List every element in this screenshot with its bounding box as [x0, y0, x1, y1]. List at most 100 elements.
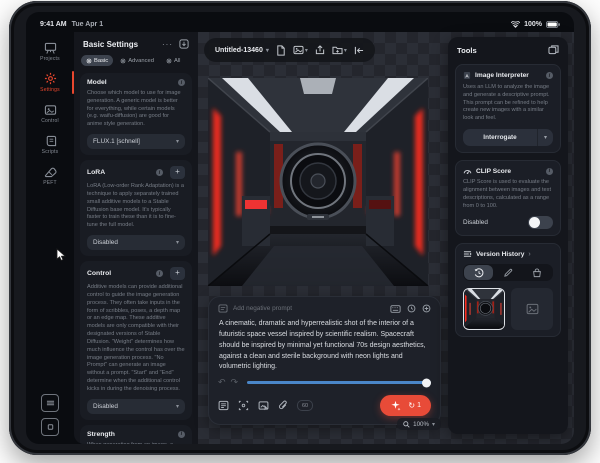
panels-icon[interactable]: [548, 45, 559, 55]
info-icon[interactable]: i: [546, 167, 553, 175]
chevron-down-icon[interactable]: ▾: [537, 129, 553, 147]
prompt-text[interactable]: A cinematic, dramatic and hyperrealistic…: [219, 319, 430, 373]
clip-score-description: CLIP Score is used to evaluate the align…: [463, 179, 552, 209]
lora-description: LoRA (Low-order Rank Adaptation) is a te…: [87, 183, 185, 229]
collapse-panel-button[interactable]: [354, 46, 364, 55]
zoom-control[interactable]: 100% ▾: [397, 418, 441, 430]
gear-icon: [166, 57, 172, 64]
peft-icon: [44, 167, 57, 177]
undo-icon[interactable]: ↶: [218, 378, 226, 387]
zoom-level: 100%: [413, 420, 429, 428]
info-icon[interactable]: i: [156, 270, 163, 278]
sparkle-wand-icon: [391, 401, 401, 411]
model-dropdown[interactable]: FLUX.1 [schnell] ▾: [87, 134, 185, 150]
ipad-device-frame: 9:41 AM Tue Apr 1 100% Projects Settings: [9, 1, 591, 455]
image-picker-icon[interactable]: [258, 400, 269, 411]
clip-score-title: CLIP Score: [476, 167, 512, 175]
model-section-title: Model: [87, 79, 107, 86]
history-icon[interactable]: [407, 304, 416, 313]
slider-knob[interactable]: [422, 378, 431, 388]
canvas-area[interactable]: Untitled-13460 ▾ ▾ ▾ Add negative prompt…: [198, 32, 574, 444]
more-options-icon[interactable]: ···: [162, 40, 173, 49]
interrogate-button[interactable]: Interrogate ▾: [463, 129, 553, 147]
crop-select-icon[interactable]: [238, 400, 249, 411]
wifi-icon: [511, 20, 521, 28]
import-image-icon: [293, 45, 304, 55]
gear-icon: [86, 57, 92, 64]
import-image-button[interactable]: ▾: [293, 45, 308, 55]
share-button[interactable]: [315, 45, 325, 55]
new-document-button[interactable]: [276, 44, 286, 56]
add-lora-button[interactable]: +: [170, 166, 185, 180]
app-info-button[interactable]: [41, 418, 59, 436]
nav-rail: Projects Settings Control Scripts PEFT: [26, 32, 74, 444]
version-history-title: Version History: [476, 250, 525, 258]
strength-section-title: Strength: [87, 430, 115, 438]
sidebar-item-projects[interactable]: Projects: [26, 36, 74, 67]
image-interpreter-description: Uses an LLM to analyze the image and gen…: [463, 84, 550, 122]
keyboard-shortcuts-button[interactable]: [41, 394, 59, 412]
control-dropdown[interactable]: Disabled ▾: [87, 398, 185, 414]
strength-section: Strength i When generating from an image…: [80, 424, 192, 444]
sidebar-item-scripts[interactable]: Scripts: [26, 129, 74, 160]
clip-score-toggle[interactable]: [528, 216, 553, 230]
control-description: Additive models can provide additional c…: [87, 284, 185, 392]
model-section: Model i Choose which model to use for im…: [80, 73, 192, 156]
edits-tab[interactable]: [493, 265, 522, 280]
clip-score-card: CLIP Score i CLIP Score is used to evalu…: [455, 160, 561, 237]
notes-icon[interactable]: [218, 400, 229, 411]
settings-tabs: Basic Advanced All: [81, 55, 191, 66]
image-interpreter-card: A Image Interpreter i Uses an LLM to ana…: [455, 64, 561, 154]
sidebar-item-settings[interactable]: Settings: [26, 67, 74, 98]
generated-image[interactable]: [208, 78, 428, 286]
canvas-toolbar: Untitled-13460 ▾ ▾ ▾: [204, 38, 375, 62]
save-settings-icon[interactable]: [179, 39, 189, 49]
negative-prompt-input[interactable]: Add negative prompt: [233, 305, 385, 312]
redo-icon[interactable]: ↷: [231, 378, 239, 387]
collapse-left-icon: [354, 46, 363, 54]
tab-all[interactable]: All: [161, 55, 185, 66]
tab-advanced[interactable]: Advanced: [115, 55, 159, 66]
app-screen: 9:41 AM Tue Apr 1 100% Projects Settings: [26, 12, 574, 444]
add-control-button[interactable]: +: [170, 267, 185, 281]
prompt-strength-slider[interactable]: [247, 378, 431, 388]
chevron-down-icon: ▾: [175, 403, 179, 410]
lora-dropdown[interactable]: Disabled ▾: [87, 235, 185, 251]
version-thumbnail-placeholder[interactable]: [511, 288, 553, 331]
magnifier-icon: [403, 420, 410, 428]
history-clock-icon: [474, 268, 484, 278]
basket-tab[interactable]: [523, 265, 552, 280]
strength-description: When generating from an image, a high va…: [87, 442, 185, 444]
camera-icon: [47, 424, 53, 430]
folder-add-icon: [332, 46, 343, 55]
gear-icon: [44, 72, 56, 85]
chevron-right-icon[interactable]: ›: [528, 251, 530, 258]
scripts-icon: [46, 135, 56, 146]
projects-icon: [44, 42, 56, 54]
steps-badge[interactable]: 60: [297, 400, 314, 412]
model-description: Choose which model to use for image gene…: [87, 90, 181, 128]
generate-button[interactable]: ↻ 1: [380, 395, 431, 417]
info-icon[interactable]: i: [156, 169, 163, 177]
info-icon[interactable]: i: [546, 72, 553, 79]
tab-basic[interactable]: Basic: [81, 55, 114, 66]
battery-percent: 100%: [524, 20, 542, 28]
info-icon[interactable]: i: [178, 430, 185, 438]
plus-circle-icon[interactable]: [422, 304, 431, 313]
info-icon[interactable]: i: [178, 79, 185, 86]
lora-section-title: LoRA: [87, 169, 106, 177]
version-history-card: Version History ›: [455, 243, 561, 338]
svg-text:A: A: [465, 73, 469, 79]
project-folder-button[interactable]: ▾: [332, 45, 347, 55]
keyboard-icon[interactable]: [390, 304, 401, 313]
new-document-icon: [277, 44, 285, 56]
document-title-menu[interactable]: Untitled-13460 ▾: [215, 47, 269, 54]
status-date: Tue Apr 1: [71, 20, 104, 28]
battery-icon: [546, 20, 560, 28]
control-section-title: Control: [87, 270, 112, 278]
sidebar-item-peft[interactable]: PEFT: [26, 160, 74, 191]
history-tab[interactable]: [464, 265, 494, 281]
attachment-icon[interactable]: [278, 400, 288, 411]
version-thumbnail-selected[interactable]: [463, 288, 506, 331]
sidebar-item-control[interactable]: Control: [26, 98, 74, 129]
